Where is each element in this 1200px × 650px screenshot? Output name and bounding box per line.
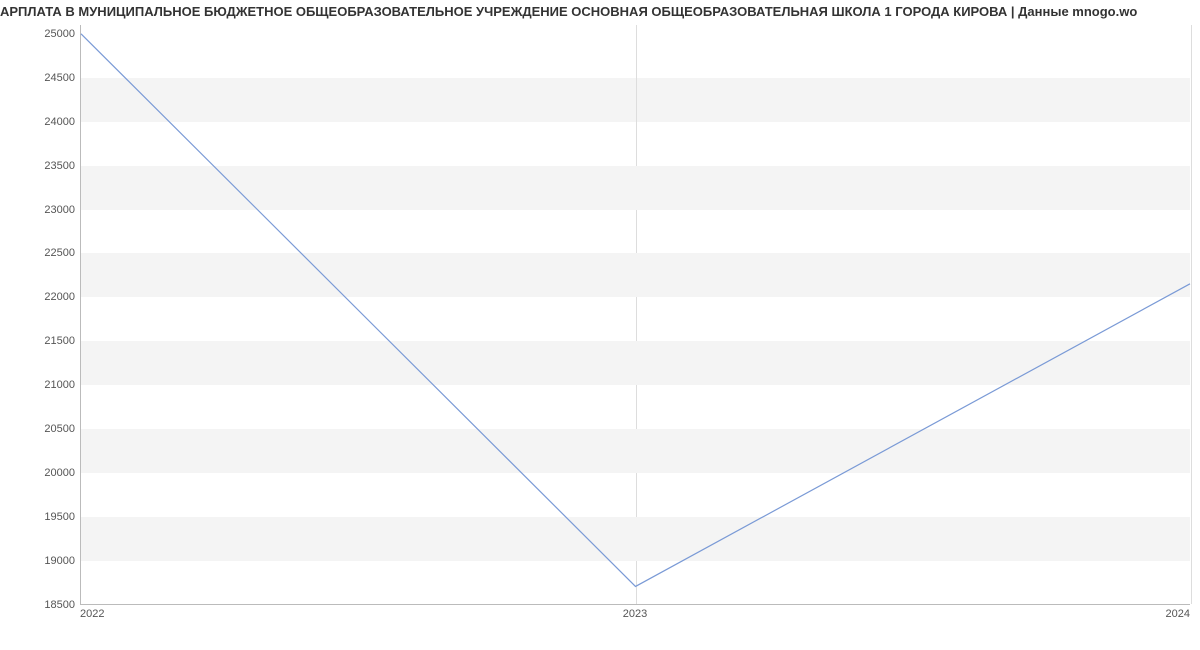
y-tick-label: 24500 — [15, 72, 75, 84]
chart-title: АРПЛАТА В МУНИЦИПАЛЬНОЕ БЮДЖЕТНОЕ ОБЩЕОБ… — [0, 4, 1200, 19]
y-tick-label: 20000 — [15, 467, 75, 479]
x-tick-label: 2022 — [80, 608, 104, 620]
y-tick-label: 22500 — [15, 247, 75, 259]
x-tick-label: 2024 — [1166, 608, 1190, 620]
y-tick-label: 19000 — [15, 555, 75, 567]
y-tick-label: 22000 — [15, 291, 75, 303]
y-tick-label: 24000 — [15, 116, 75, 128]
series-line — [81, 34, 1190, 587]
y-tick-label: 19500 — [15, 511, 75, 523]
x-tick-label: 2023 — [623, 608, 647, 620]
line-layer — [81, 25, 1190, 604]
y-tick-label: 23000 — [15, 204, 75, 216]
y-tick-label: 20500 — [15, 423, 75, 435]
y-tick-label: 21500 — [15, 335, 75, 347]
y-tick-label: 23500 — [15, 160, 75, 172]
y-tick-label: 18500 — [15, 599, 75, 611]
y-tick-label: 21000 — [15, 379, 75, 391]
chart-container: АРПЛАТА В МУНИЦИПАЛЬНОЕ БЮДЖЕТНОЕ ОБЩЕОБ… — [0, 0, 1200, 650]
y-tick-label: 25000 — [15, 28, 75, 40]
plot-area — [80, 25, 1190, 605]
grid-vline — [1191, 25, 1192, 604]
